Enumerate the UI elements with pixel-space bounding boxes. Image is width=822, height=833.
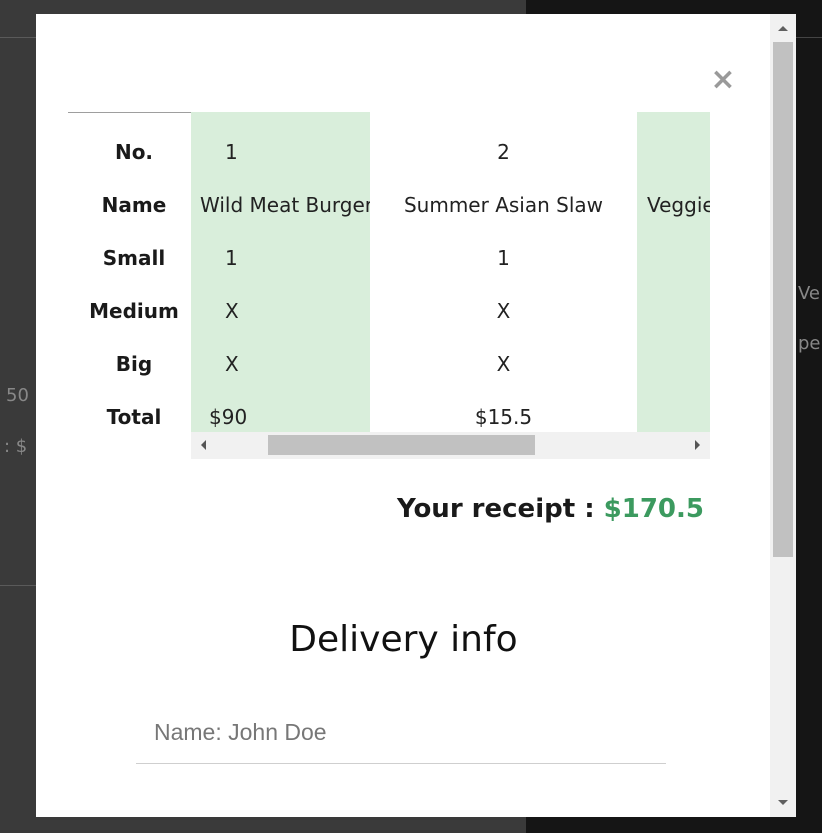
row-header-no: No. bbox=[114, 140, 154, 164]
order-column: Veggie bbox=[637, 112, 710, 432]
cell-name: Summer Asian Slaw bbox=[403, 193, 604, 217]
background-text-fragment: Ve bbox=[798, 283, 820, 304]
scrollbar-thumb[interactable] bbox=[773, 42, 793, 557]
order-column: 2 Summer Asian Slaw 1 X X $15.5 bbox=[370, 112, 637, 432]
cell-big: X bbox=[225, 352, 239, 376]
cell-name: Wild Meat Burger bbox=[200, 193, 374, 217]
row-header-small: Small bbox=[102, 246, 166, 270]
row-header-total: Total bbox=[106, 405, 162, 429]
row-header-medium: Medium bbox=[89, 299, 179, 323]
cell-medium: X bbox=[225, 299, 239, 323]
receipt-total: Your receipt : $170.5 bbox=[397, 494, 704, 524]
cell-big: X bbox=[496, 352, 511, 376]
scroll-left-arrow-icon[interactable] bbox=[201, 440, 206, 450]
background-divider bbox=[0, 37, 40, 38]
row-header-name: Name bbox=[101, 193, 167, 217]
cell-no: 1 bbox=[225, 140, 238, 164]
cell-big bbox=[647, 338, 710, 391]
background-text-fragment: : $ bbox=[4, 436, 28, 457]
cell-small: 1 bbox=[497, 246, 510, 270]
delivery-info-heading: Delivery info bbox=[289, 619, 518, 660]
table-row-headers: No. Name Small Medium Big Total bbox=[76, 126, 192, 444]
cell-no: 2 bbox=[497, 140, 510, 164]
row-header-big: Big bbox=[115, 352, 153, 376]
cell-small: 1 bbox=[225, 246, 238, 270]
background-divider bbox=[0, 585, 40, 586]
scrollbar-thumb[interactable] bbox=[268, 435, 535, 455]
scroll-up-arrow-icon[interactable] bbox=[778, 26, 788, 31]
scroll-right-arrow-icon[interactable] bbox=[695, 440, 700, 450]
table-horizontal-scrollbar[interactable] bbox=[191, 432, 710, 459]
cell-medium: X bbox=[496, 299, 511, 323]
background-text-fragment: 50 bbox=[6, 385, 29, 406]
scroll-down-arrow-icon[interactable] bbox=[778, 800, 788, 805]
delivery-name-input[interactable] bbox=[136, 702, 666, 764]
order-summary-modal: × No. Name Small Medium Big Total 1 Wild… bbox=[36, 14, 796, 817]
cell-no bbox=[647, 126, 710, 179]
modal-vertical-scrollbar[interactable] bbox=[770, 14, 796, 817]
close-icon[interactable]: × bbox=[708, 64, 738, 96]
receipt-label: Your receipt : bbox=[397, 494, 604, 524]
order-table-scroll-area[interactable]: 1 Wild Meat Burger 1 X X $90 2 Summer As… bbox=[191, 112, 710, 459]
cell-medium bbox=[647, 285, 710, 338]
cell-name: Veggie bbox=[647, 193, 710, 217]
receipt-amount: $170.5 bbox=[603, 494, 704, 524]
cell-small bbox=[647, 232, 710, 285]
background-text-fragment: pe bbox=[798, 333, 821, 354]
order-column: 1 Wild Meat Burger 1 X X $90 bbox=[191, 112, 374, 432]
